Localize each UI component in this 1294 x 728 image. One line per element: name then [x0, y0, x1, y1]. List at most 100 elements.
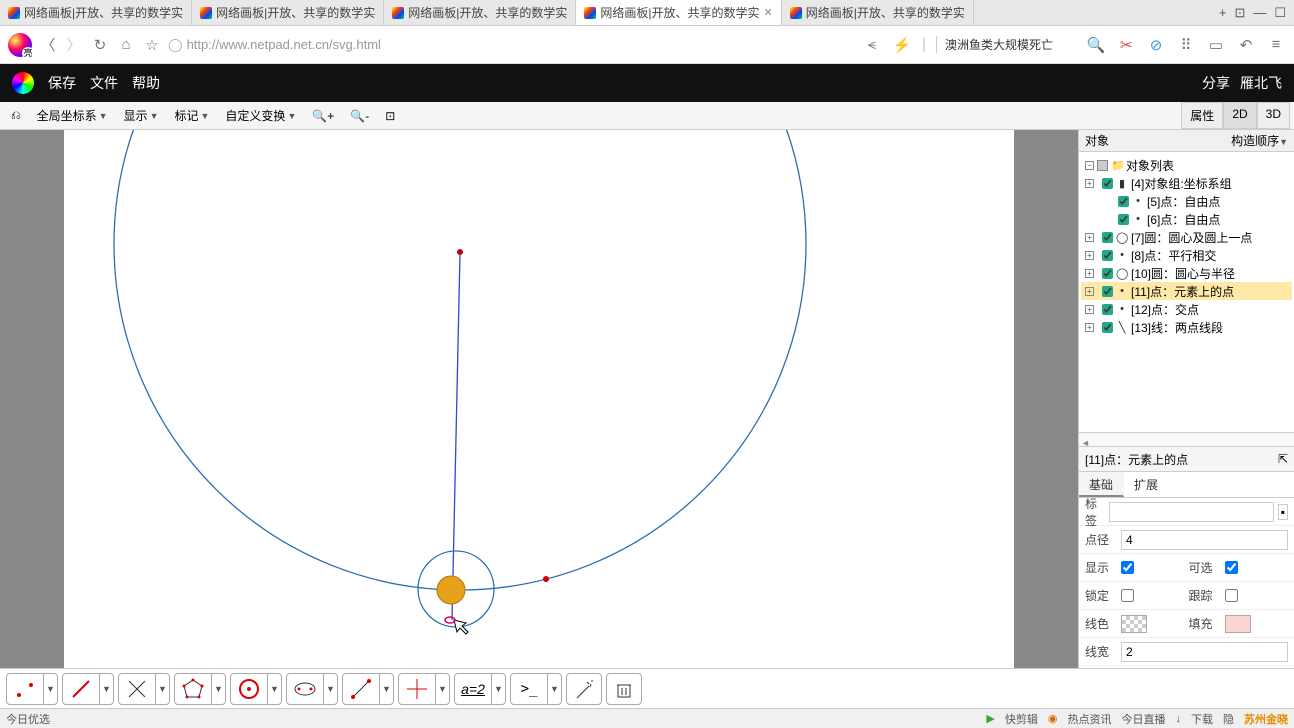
expand-icon[interactable]: +	[1085, 233, 1094, 242]
browser-tab[interactable]: 网络画板|开放、共享的数学实	[192, 0, 384, 25]
visibility-check[interactable]	[1102, 250, 1113, 261]
close-icon[interactable]: ✕	[764, 6, 773, 19]
browser-tab[interactable]: 网络画板|开放、共享的数学实	[782, 0, 974, 25]
browser-tab[interactable]: 网络画板|开放、共享的数学实	[0, 0, 192, 25]
mark-dropdown[interactable]: 标记▼	[167, 104, 216, 127]
status-item[interactable]: 隐	[1223, 711, 1234, 727]
tree-item[interactable]: +•[11]点：元素上的点	[1081, 282, 1292, 300]
folder-check[interactable]	[1097, 160, 1108, 171]
star-icon[interactable]: ☆	[142, 36, 162, 54]
sort-dropdown[interactable]: 构造顺序▼	[1231, 132, 1288, 149]
undo-icon[interactable]: ↶	[1236, 36, 1256, 54]
back-icon[interactable]: 〈	[38, 34, 58, 55]
expand-icon[interactable]: +	[1085, 179, 1094, 188]
maximize-icon[interactable]: ☐	[1274, 5, 1286, 21]
show-check[interactable]	[1121, 561, 1134, 574]
object-tree[interactable]: − 📁 对象列表 +▮[4]对象组:坐标系组•[5]点：自由点•[6]点：自由点…	[1079, 152, 1294, 432]
radius-input[interactable]	[1121, 530, 1288, 550]
display-dropdown[interactable]: 显示▼	[117, 104, 166, 127]
tree-item[interactable]: •[5]点：自由点	[1081, 192, 1292, 210]
tablist-icon[interactable]: ⊡	[1234, 5, 1245, 21]
line-tool[interactable]: ▼	[62, 673, 114, 705]
hot-icon[interactable]: ◉	[1048, 712, 1058, 725]
tree-scrollbar[interactable]	[1079, 432, 1294, 446]
magic-tool[interactable]	[566, 673, 602, 705]
expand-icon[interactable]: +	[1085, 323, 1094, 332]
bolt-icon[interactable]: ⚡	[892, 36, 912, 54]
forward-icon[interactable]: 〉	[64, 34, 84, 55]
tree-item[interactable]: +▮[4]对象组:坐标系组	[1081, 174, 1292, 192]
red-point-right[interactable]	[543, 576, 549, 582]
expand-icon[interactable]: +	[1085, 269, 1094, 278]
measure-tool[interactable]: a=2▼	[454, 673, 506, 705]
tab-3d[interactable]: 3D	[1257, 102, 1290, 129]
visibility-check[interactable]	[1102, 304, 1113, 315]
status-item[interactable]: 今日直播	[1122, 711, 1166, 727]
apps-icon[interactable]: ⠿	[1176, 36, 1196, 54]
segment-tool[interactable]: ▼	[342, 673, 394, 705]
point-tool[interactable]: ▼	[6, 673, 58, 705]
panel-icon[interactable]: ▭	[1206, 36, 1226, 54]
tree-item[interactable]: +•[8]点：平行相交	[1081, 246, 1292, 264]
intersect-tool[interactable]: ▼	[118, 673, 170, 705]
selectable-check[interactable]	[1225, 561, 1238, 574]
visibility-check[interactable]	[1102, 178, 1113, 189]
polygon-tool[interactable]: ▼	[174, 673, 226, 705]
external-icon[interactable]: ⇱	[1278, 452, 1288, 466]
axis-tool[interactable]: ▼	[398, 673, 450, 705]
play-icon[interactable]: ▶	[986, 712, 994, 725]
visibility-check[interactable]	[1118, 196, 1129, 207]
browser-tab[interactable]: 网络画板|开放、共享的数学实	[384, 0, 576, 25]
line-segment[interactable]	[452, 254, 460, 620]
collapse-icon[interactable]: −	[1085, 161, 1094, 170]
tree-root[interactable]: − 📁 对象列表	[1081, 156, 1292, 174]
tree-item[interactable]: +◯[10]圆：圆心与半径	[1081, 264, 1292, 282]
trace-check[interactable]	[1225, 589, 1238, 602]
scissors-icon[interactable]: ✂	[1116, 36, 1136, 54]
linecolor-swatch[interactable]	[1121, 615, 1147, 633]
download-icon[interactable]: ↓	[1176, 713, 1182, 725]
status-item[interactable]: 快剪辑	[1005, 711, 1038, 727]
yellow-point[interactable]	[437, 576, 465, 604]
visibility-check[interactable]	[1102, 286, 1113, 297]
file-button[interactable]: 文件	[90, 73, 118, 93]
reload-icon[interactable]: ↻	[90, 36, 110, 54]
search-input[interactable]: 澳洲鱼类大规模死亡	[936, 36, 1076, 53]
save-button[interactable]: 保存	[48, 73, 76, 93]
coord-dropdown[interactable]: 全局坐标系▼	[30, 104, 115, 127]
big-circle[interactable]	[114, 130, 806, 590]
command-tool[interactable]: >_▼	[510, 673, 562, 705]
history-icon[interactable]: ⎌	[4, 105, 28, 126]
fit-icon[interactable]: ⊡	[378, 106, 402, 126]
tree-item[interactable]: +╲[13]线：两点线段	[1081, 318, 1292, 336]
new-tab-icon[interactable]: +	[1219, 5, 1227, 21]
fill-swatch[interactable]	[1225, 615, 1251, 633]
tab-attr[interactable]: 属性	[1181, 102, 1223, 129]
tree-item[interactable]: +•[12]点：交点	[1081, 300, 1292, 318]
visibility-check[interactable]	[1102, 232, 1113, 243]
menu-icon[interactable]: ≡	[1266, 36, 1286, 53]
trash-tool[interactable]	[606, 673, 642, 705]
expand-icon[interactable]: +	[1085, 305, 1094, 314]
visibility-check[interactable]	[1118, 214, 1129, 225]
share-button[interactable]: 分享	[1202, 73, 1230, 93]
circle-tool[interactable]: ▼	[230, 673, 282, 705]
conic-tool[interactable]: ▼	[286, 673, 338, 705]
home-icon[interactable]: ⌂	[116, 36, 136, 53]
minimize-icon[interactable]: —	[1253, 5, 1266, 21]
red-point-top[interactable]	[457, 249, 463, 255]
user-name[interactable]: 雁北飞	[1240, 73, 1282, 93]
canvas-area[interactable]	[0, 130, 1078, 668]
tab-basic[interactable]: 基础	[1079, 472, 1124, 497]
zoom-in-icon[interactable]: 🔍+	[305, 106, 341, 126]
zoom-out-icon[interactable]: 🔍-	[343, 106, 376, 126]
status-left[interactable]: 今日优选	[6, 711, 50, 727]
linewidth-input[interactable]	[1121, 642, 1288, 662]
visibility-check[interactable]	[1102, 268, 1113, 279]
status-item[interactable]: 下载	[1191, 711, 1213, 727]
help-button[interactable]: 帮助	[132, 73, 160, 93]
block-icon[interactable]: ⊘	[1146, 36, 1166, 54]
label-input[interactable]	[1109, 502, 1274, 522]
share-icon[interactable]: ⪪	[862, 36, 882, 53]
expand-icon[interactable]: +	[1085, 251, 1094, 260]
